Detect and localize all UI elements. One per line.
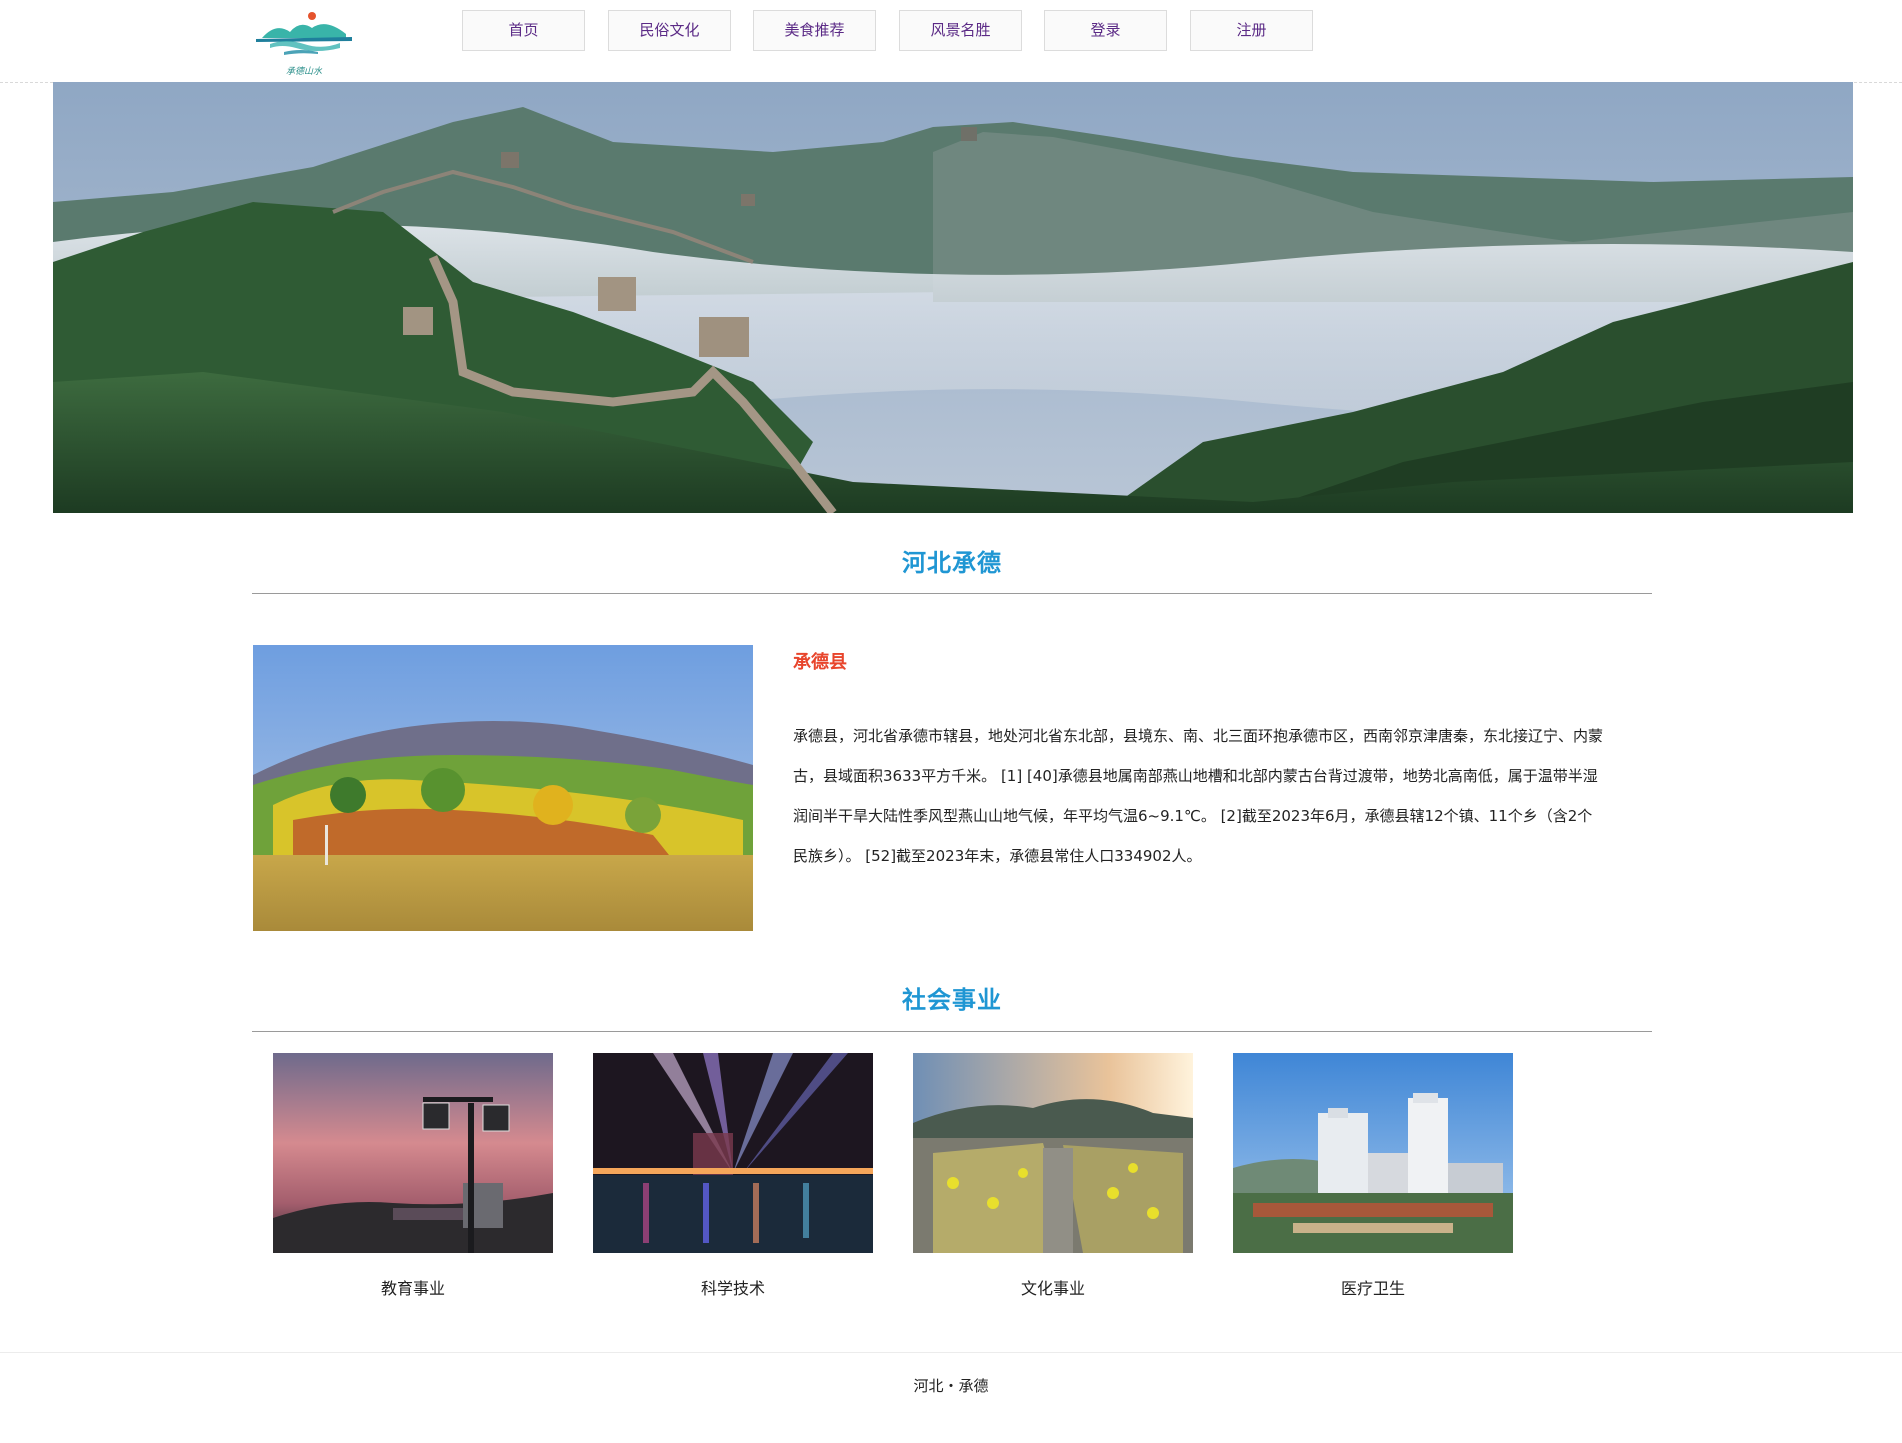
nav-register[interactable]: 注册	[1190, 10, 1313, 51]
healthcare-photo	[1233, 1053, 1513, 1253]
card-culture[interactable]: 文化事业	[913, 1053, 1193, 1299]
card-education[interactable]: 教育事业	[273, 1053, 553, 1299]
chengde-county-photo	[253, 645, 753, 931]
card-label: 教育事业	[380, 1279, 445, 1298]
science-technology-photo	[593, 1053, 873, 1253]
hero-banner-image	[53, 82, 1853, 513]
intro-paragraph: 承德县，河北省承德市辖县，地处河北省东北部，县境东、南、北三面环抱承德市区，西南…	[793, 727, 1604, 865]
card-label: 科学技术	[700, 1279, 765, 1298]
nav-scenery[interactable]: 风景名胜	[899, 10, 1022, 51]
site-logo[interactable]: 承德山水	[256, 8, 352, 77]
footer-text: 河北・承德	[913, 1377, 989, 1395]
nav-food[interactable]: 美食推荐	[753, 10, 876, 51]
nav-login[interactable]: 登录	[1044, 10, 1167, 51]
card-label: 文化事业	[1020, 1279, 1085, 1298]
section-title-hebei-chengde: 河北承德	[902, 549, 1002, 577]
card-science-technology[interactable]: 科学技术	[593, 1053, 873, 1299]
intro-heading: 承德县	[793, 652, 847, 673]
site-header: 承德山水 首页 民俗文化 美食推荐 风景名胜 登录 注册	[0, 0, 1902, 83]
section-title-social: 社会事业	[902, 986, 1002, 1014]
card-healthcare[interactable]: 医疗卫生	[1233, 1053, 1513, 1299]
section-divider	[252, 1031, 1652, 1032]
nav-home[interactable]: 首页	[462, 10, 585, 51]
nav-folk-culture[interactable]: 民俗文化	[608, 10, 731, 51]
culture-photo	[913, 1053, 1193, 1253]
section-divider	[252, 593, 1652, 594]
card-label: 医疗卫生	[1340, 1279, 1405, 1298]
social-cards: 教育事业 科学技术 文化事业 医疗卫生	[0, 1053, 1902, 1313]
education-photo	[273, 1053, 553, 1253]
logo-mountain-icon	[256, 12, 352, 55]
logo-text: 承德山水	[285, 67, 322, 77]
site-footer: 河北・承德	[0, 1352, 1902, 1443]
